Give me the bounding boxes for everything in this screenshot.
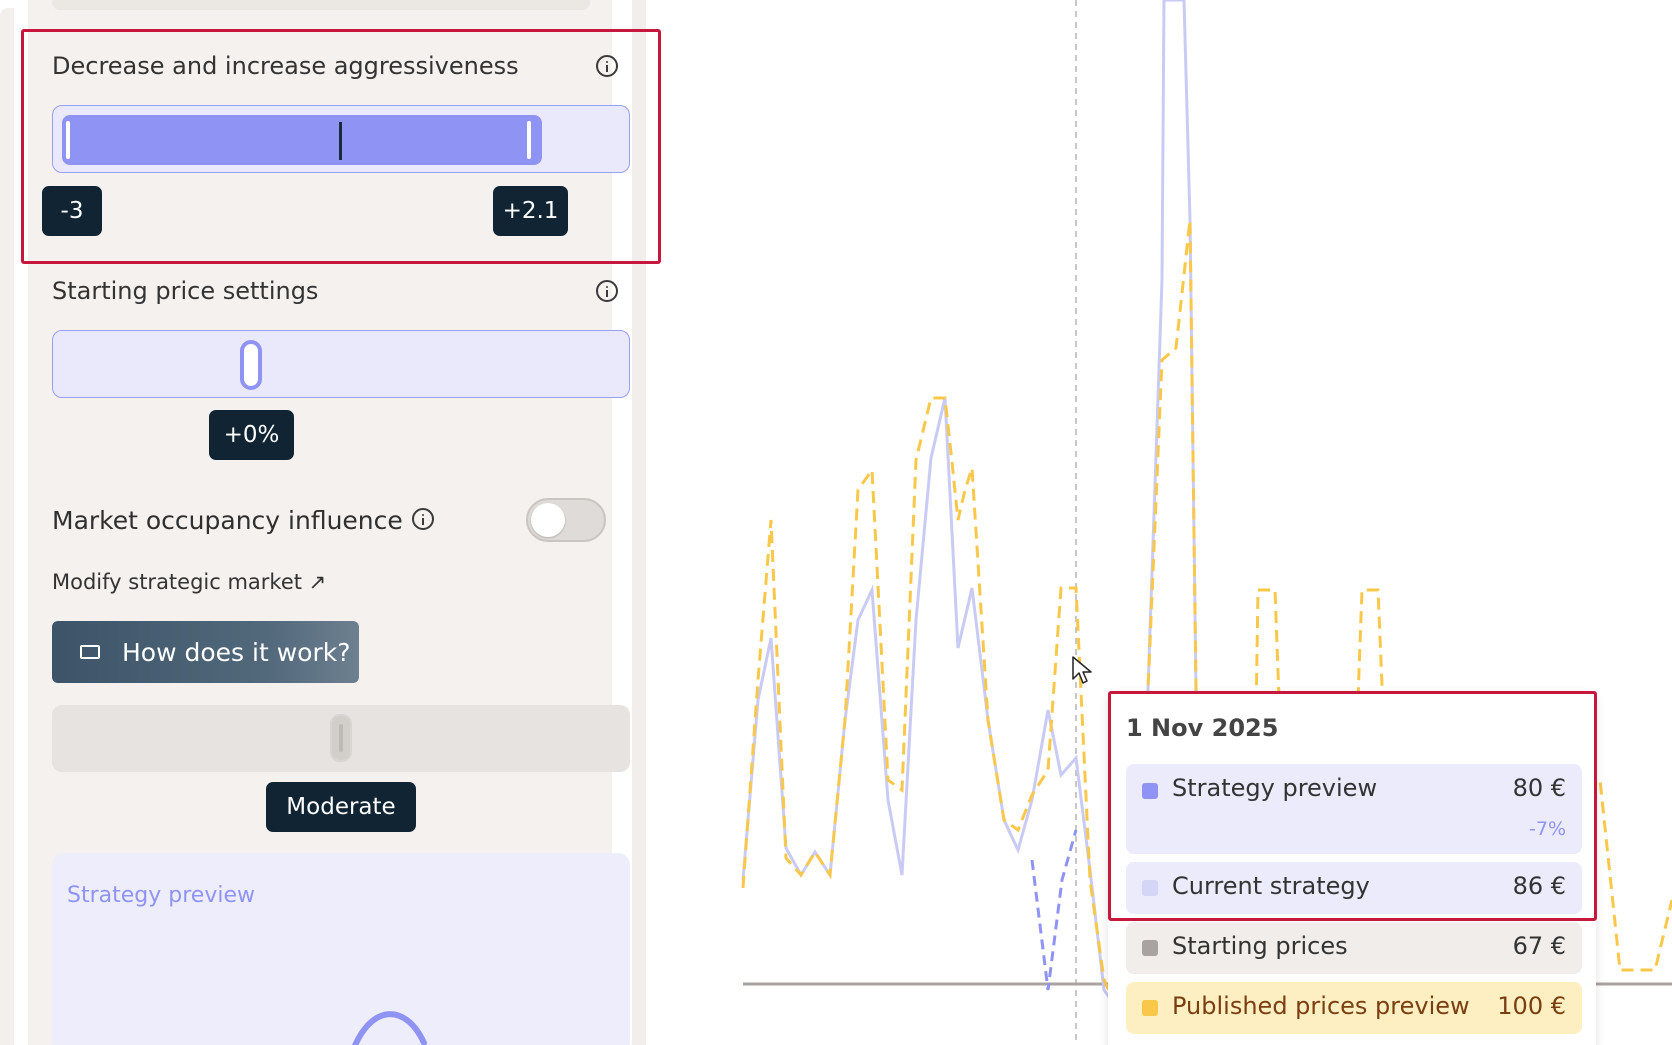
app-window: Decrease and increase aggressiveness -3 … (0, 0, 1672, 1045)
tooltip-value: 86 € (1512, 872, 1566, 900)
tooltip-label: Starting prices (1172, 932, 1348, 960)
mouse-cursor-icon (1072, 656, 1092, 684)
tooltip-change: -7% (1529, 818, 1566, 840)
published-prices-swatch (1142, 1000, 1158, 1016)
strategy-preview-swatch (1142, 783, 1158, 799)
tooltip-label: Current strategy (1172, 872, 1370, 900)
tooltip-value: 67 € (1512, 932, 1566, 960)
tooltip-label: Strategy preview (1172, 774, 1378, 802)
strategy-preview-line (1030, 829, 1078, 991)
tooltip-label: Published prices preview (1172, 992, 1470, 1020)
current-strategy-swatch (1142, 880, 1158, 896)
tooltip-value: 100 € (1497, 992, 1566, 1020)
tooltip-row-current-strategy: Current strategy 86 € (1126, 862, 1582, 914)
tooltip-row-strategy-preview: Strategy preview 80 € -7% (1126, 764, 1582, 854)
tooltip-value: 80 € (1512, 774, 1566, 802)
tooltip-row-starting-prices: Starting prices 67 € (1126, 922, 1582, 974)
chart-tooltip: 1 Nov 2025 Strategy preview 80 € -7% Cur… (1108, 692, 1596, 1045)
tooltip-row-published-prices: Published prices preview 100 € (1126, 982, 1582, 1034)
tooltip-date: 1 Nov 2025 (1126, 714, 1279, 742)
starting-prices-swatch (1142, 940, 1158, 956)
